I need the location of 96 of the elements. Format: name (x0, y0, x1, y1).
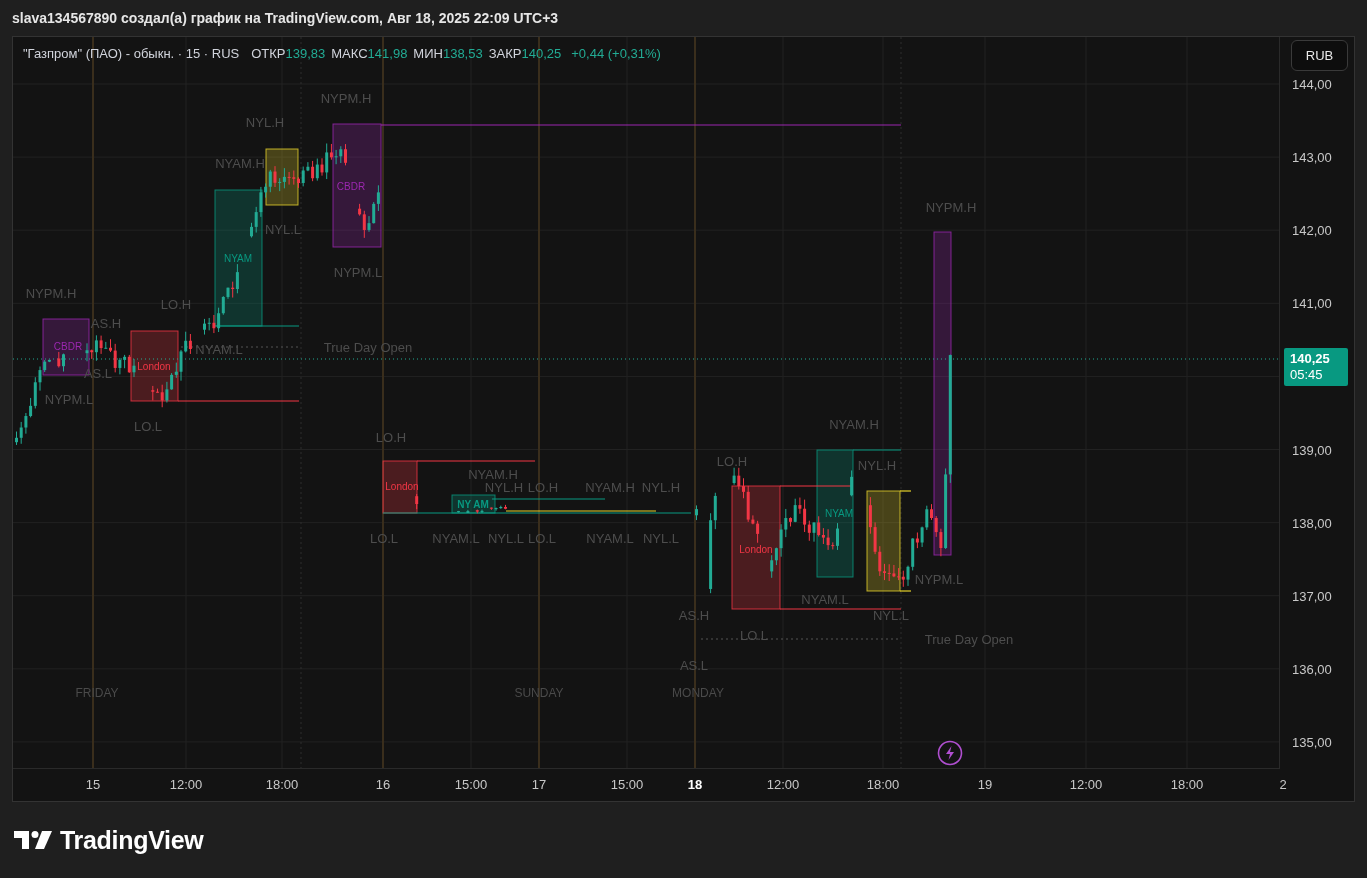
level-label: NYPM.H (925, 200, 977, 214)
level-label: LO.L (133, 419, 163, 433)
session-label: London (385, 480, 419, 492)
level-label: NYAM.L (586, 531, 634, 545)
time-tick: 19 (977, 777, 993, 792)
level-line (899, 590, 912, 592)
session-box (451, 494, 496, 514)
bar-countdown: 05:45 (1290, 367, 1324, 383)
chart-caption: slava134567890 создал(а) график на TradingView.com, Авг 18, 2025 22:09 UTC+3 (12, 10, 559, 26)
level-label: LO.H (527, 480, 559, 494)
price-tick: 135,00 (1292, 734, 1332, 750)
currency-button[interactable]: RUB (1291, 40, 1348, 71)
time-tick: 15 (85, 777, 101, 792)
price-tick: 136,00 (1292, 661, 1332, 677)
level-label: True Day Open (323, 340, 413, 354)
session-label: NYAM (223, 252, 253, 264)
level-label: NYAM.H (468, 467, 518, 481)
logo-icon (14, 829, 54, 851)
level-label: LO.H (160, 297, 192, 311)
price-change: +0,44 (+0,31%) (571, 46, 661, 61)
level-label: NYAM.L (195, 342, 243, 356)
level-label: NYPM.L (333, 265, 383, 279)
session-box (265, 148, 299, 206)
ohlc-label: МАКС (331, 46, 368, 61)
price-tick: 143,00 (1292, 149, 1332, 165)
candlestick (415, 493, 419, 510)
level-label: NYL.L (872, 608, 910, 622)
level-label: NYPM.L (44, 392, 94, 406)
session-box (382, 460, 418, 514)
level-label: LO.L (369, 531, 399, 545)
time-tick: 16 (375, 777, 391, 792)
level-label: True Day Open (924, 632, 1014, 646)
level-label: LO.H (716, 454, 748, 468)
level-label: NYAM.H (585, 480, 635, 494)
level-label: LO.L (739, 628, 769, 642)
level-label: AS.L (679, 658, 709, 672)
brand-logo-text: TradingView (60, 825, 204, 855)
candlestick (695, 504, 698, 521)
level-label: NYPM.L (914, 572, 964, 586)
level-label: AS.H (678, 608, 710, 622)
level-label: NYL.L (264, 222, 302, 236)
time-tick: 12:00 (1069, 777, 1103, 792)
candlestick (850, 469, 854, 497)
level-label: NYL.L (487, 531, 525, 545)
time-tick: 18:00 (866, 777, 900, 792)
lightning-icon[interactable] (937, 740, 963, 766)
level-line (852, 449, 902, 451)
price-tick: 138,00 (1292, 515, 1332, 531)
time-tick: 15:00 (454, 777, 488, 792)
candlestick (466, 509, 470, 514)
session-box (130, 330, 179, 402)
ohlc-value: 141,98 (367, 46, 408, 61)
level-label: NYL.H (857, 458, 897, 472)
ohlc-value: 140,25 (521, 46, 562, 61)
ohlc-value: 138,53 (442, 46, 483, 61)
level-label: NYAM.H (829, 417, 879, 431)
last-price: 140,25 (1290, 351, 1331, 367)
level-label: NYL.H (641, 480, 681, 494)
price-tick: 139,00 (1292, 442, 1332, 457)
session-label: CBDR (336, 180, 366, 192)
ohlc-label: МИН (413, 46, 443, 61)
ohlc-label: ЗАКР (488, 46, 522, 61)
level-label: NYL.H (245, 115, 285, 129)
session-label: London (137, 360, 171, 372)
level-label: NYL.L (642, 531, 680, 545)
session-label: NYAM (824, 507, 854, 519)
time-tick: 18 (687, 777, 703, 792)
level-label: NYPM.H (320, 91, 372, 105)
time-tick: 12:00 (766, 777, 800, 792)
level-label: NYAM.H (215, 156, 265, 170)
session-label: NY AM (457, 498, 489, 510)
level-line (899, 490, 912, 492)
price-tick: 137,00 (1292, 588, 1332, 604)
time-tick: 15:00 (610, 777, 644, 792)
level-label: NYAM.L (801, 592, 849, 606)
price-tick: 144,00 (1292, 76, 1332, 92)
time-tick: 18:00 (265, 777, 299, 792)
level-label: AS.L (83, 366, 113, 380)
level-label: AS.H (90, 316, 122, 330)
symbol-title: "Газпром" (ПАО) - обыкн. · 15 · RUS (23, 46, 240, 61)
ohlc-label: ОТКР (251, 46, 286, 61)
level-label: NYAM.L (432, 531, 480, 545)
candlestick (457, 510, 460, 513)
time-tick: 12:00 (169, 777, 203, 792)
level-label: NYPM.H (25, 286, 77, 300)
price-tick: 141,00 (1292, 295, 1332, 311)
ohlc-value: 139,83 (285, 46, 326, 61)
price-tick: 142,00 (1292, 222, 1332, 238)
session-label: London (739, 543, 773, 555)
level-label: NYL.H (484, 480, 524, 494)
level-label: LO.L (527, 531, 557, 545)
time-tick: 17 (531, 777, 547, 792)
time-tick: 2 (1279, 777, 1287, 792)
level-label: LO.H (375, 430, 407, 444)
session-label: CBDR (53, 340, 83, 352)
time-tick: 18:00 (1170, 777, 1204, 792)
